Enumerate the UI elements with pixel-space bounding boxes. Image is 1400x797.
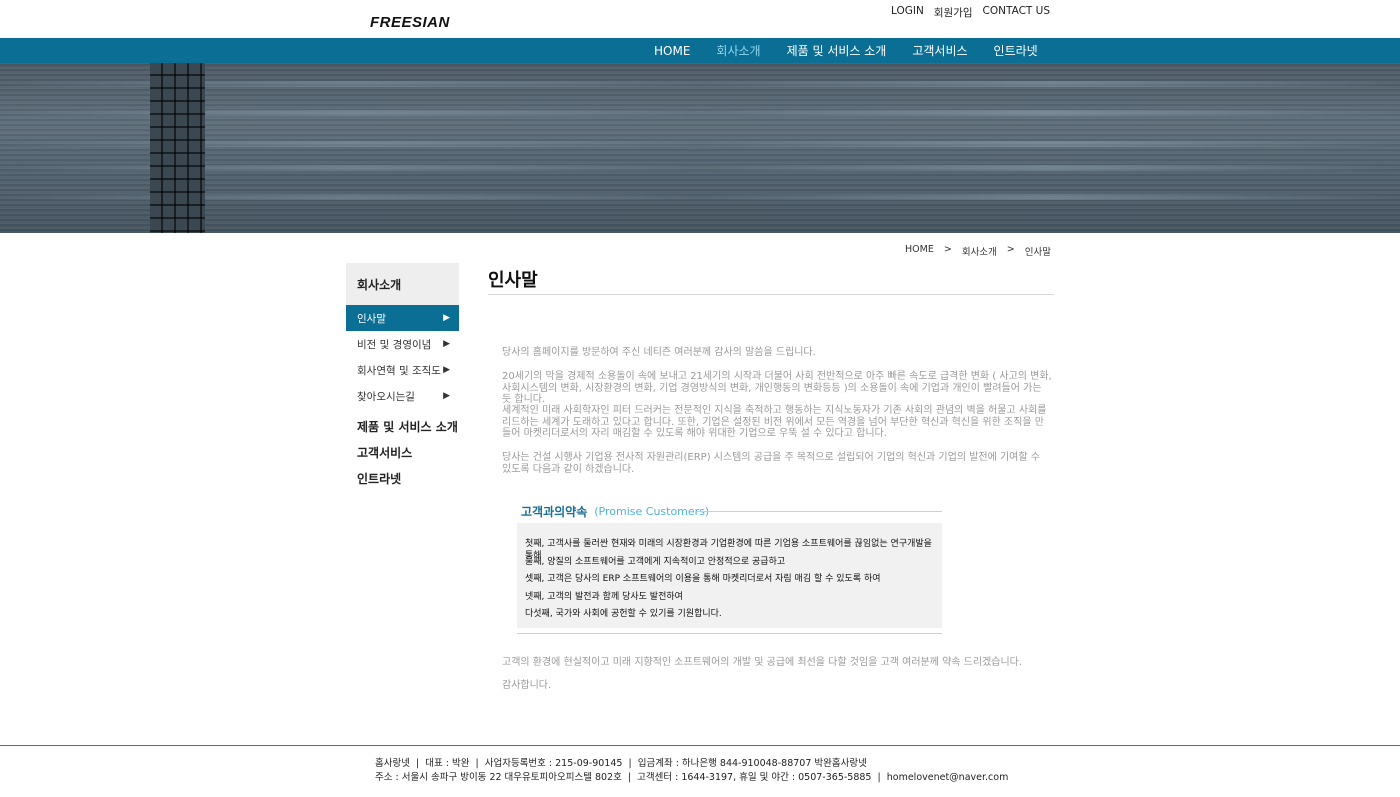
sidebar-item-label: 인사말 bbox=[357, 312, 386, 325]
promise-item: 다섯째, 국가와 사회에 공헌할 수 있기를 기원합니다. bbox=[525, 609, 722, 619]
body-paragraph: 20세기의 막을 경제적 소용돌이 속에 보내고 21세기의 시작과 더불어 사… bbox=[502, 371, 1052, 405]
promise-bottom-divider bbox=[517, 633, 942, 634]
promise-item: 넷째, 고객의 발전과 함께 당사도 발전하여 bbox=[525, 591, 683, 602]
body-paragraph: 세계적인 미래 사회학자인 피터 드러커는 전문적인 지식을 축적하고 행동하는… bbox=[502, 405, 1047, 439]
nav-customer-service[interactable]: 고객서비스 bbox=[912, 42, 967, 59]
body-paragraph: 당사는 건설 시행사 기업용 전사적 자원관리(ERP) 시스템의 공급을 주 … bbox=[502, 452, 1040, 475]
sidebar-item-label: 회사연혁 및 조직도 bbox=[357, 364, 441, 377]
promise-list: 첫째, 고객사를 둘러싼 현재와 미래의 시장환경과 기업환경에 따른 기업용 … bbox=[517, 523, 942, 628]
promise-item: 둘째, 양질의 소프트웨어를 고객에게 지속적이고 안정적으로 공급하고 bbox=[525, 556, 786, 567]
sidebar-item-customer-service[interactable]: 고객서비스 bbox=[346, 439, 459, 465]
nav-home[interactable]: HOME bbox=[654, 44, 690, 58]
promise-title: 고객과의약속 bbox=[521, 505, 588, 519]
triangle-right-icon: ▶ bbox=[443, 391, 450, 401]
promise-heading: 고객과의약속 (Promise Customers) bbox=[521, 503, 709, 520]
top-links: LOGIN 회원가입 CONTACT US bbox=[891, 5, 1050, 20]
nav-products-services[interactable]: 제품 및 서비스 소개 bbox=[787, 42, 887, 59]
promise-item: 셋째, 고객은 당사의 ERP 소프트웨어의 이용을 통해 마켓리더로서 자림 … bbox=[525, 574, 881, 584]
triangle-right-icon: ▶ bbox=[443, 365, 450, 375]
breadcrumb-separator: > bbox=[1006, 244, 1015, 255]
breadcrumb: HOME > 회사소개 > 인사말 bbox=[905, 244, 1051, 258]
title-divider bbox=[488, 294, 1054, 295]
footer-address-info: 주소 : 서울시 송파구 방이동 22 대우유토피아오피스텔 802호 | 고객… bbox=[375, 771, 1009, 783]
contact-us-link[interactable]: CONTACT US bbox=[983, 5, 1050, 20]
sidebar-item-vision[interactable]: 비전 및 경영이념 ▶ bbox=[346, 331, 459, 357]
hero-banner bbox=[0, 63, 1400, 233]
sidebar-item-greeting[interactable]: 인사말 ▶ bbox=[346, 305, 459, 331]
main-navigation: HOME 회사소개 제품 및 서비스 소개 고객서비스 인트라넷 bbox=[0, 38, 1400, 63]
sidebar-item-directions[interactable]: 찾아오시는길 ▶ bbox=[346, 383, 459, 409]
nav-intranet[interactable]: 인트라넷 bbox=[994, 42, 1038, 59]
sidebar: 회사소개 인사말 ▶ 비전 및 경영이념 ▶ 회사연혁 및 조직도 ▶ 찾아오시… bbox=[346, 263, 459, 491]
nav-company[interactable]: 회사소개 bbox=[716, 42, 760, 59]
sidebar-item-label: 비전 및 경영이념 bbox=[357, 338, 432, 351]
triangle-right-icon: ▶ bbox=[443, 339, 450, 349]
login-link[interactable]: LOGIN bbox=[891, 5, 924, 20]
promise-divider bbox=[697, 511, 942, 512]
sidebar-item-history[interactable]: 회사연혁 및 조직도 ▶ bbox=[346, 357, 459, 383]
sidebar-item-intranet[interactable]: 인트라넷 bbox=[346, 465, 459, 491]
intro-paragraph: 당사의 홈페이지를 방문하여 주신 네티즌 여러분께 감사의 말씀을 드립니다. bbox=[502, 347, 816, 358]
breadcrumb-home[interactable]: HOME bbox=[905, 244, 934, 258]
building-image bbox=[150, 63, 205, 233]
breadcrumb-separator: > bbox=[943, 244, 952, 255]
footer-company-info: 홈사랑넷 | 대표 : 박완 | 사업자등록번호 : 215-09-90145 … bbox=[375, 758, 867, 769]
sidebar-heading: 회사소개 bbox=[346, 263, 459, 305]
breadcrumb-current: 인사말 bbox=[1024, 247, 1051, 258]
triangle-right-icon: ▶ bbox=[443, 313, 450, 323]
signup-link[interactable]: 회원가입 bbox=[934, 5, 973, 20]
promise-subtitle: (Promise Customers) bbox=[594, 505, 710, 518]
promise-item: 첫째, 고객사를 둘러싼 현재와 미래의 시장환경과 기업환경에 따른 기업용 … bbox=[525, 539, 932, 561]
footer: 홈사랑넷 | 대표 : 박완 | 사업자등록번호 : 215-09-90145 … bbox=[375, 757, 1008, 784]
sidebar-item-products-services[interactable]: 제품 및 서비스 소개 bbox=[346, 413, 459, 439]
footer-divider bbox=[0, 745, 1400, 746]
sidebar-item-label: 찾아오시는길 bbox=[357, 390, 415, 403]
closing-paragraph: 고객의 환경에 현실적이고 미래 지향적인 소프트웨어의 개발 및 공급에 최선… bbox=[502, 657, 1023, 668]
closing-thanks: 감사합니다. bbox=[502, 680, 552, 691]
breadcrumb-company[interactable]: 회사소개 bbox=[962, 244, 997, 258]
logo[interactable]: FREESIAN bbox=[370, 14, 450, 31]
page-title: 인사말 bbox=[488, 270, 538, 291]
